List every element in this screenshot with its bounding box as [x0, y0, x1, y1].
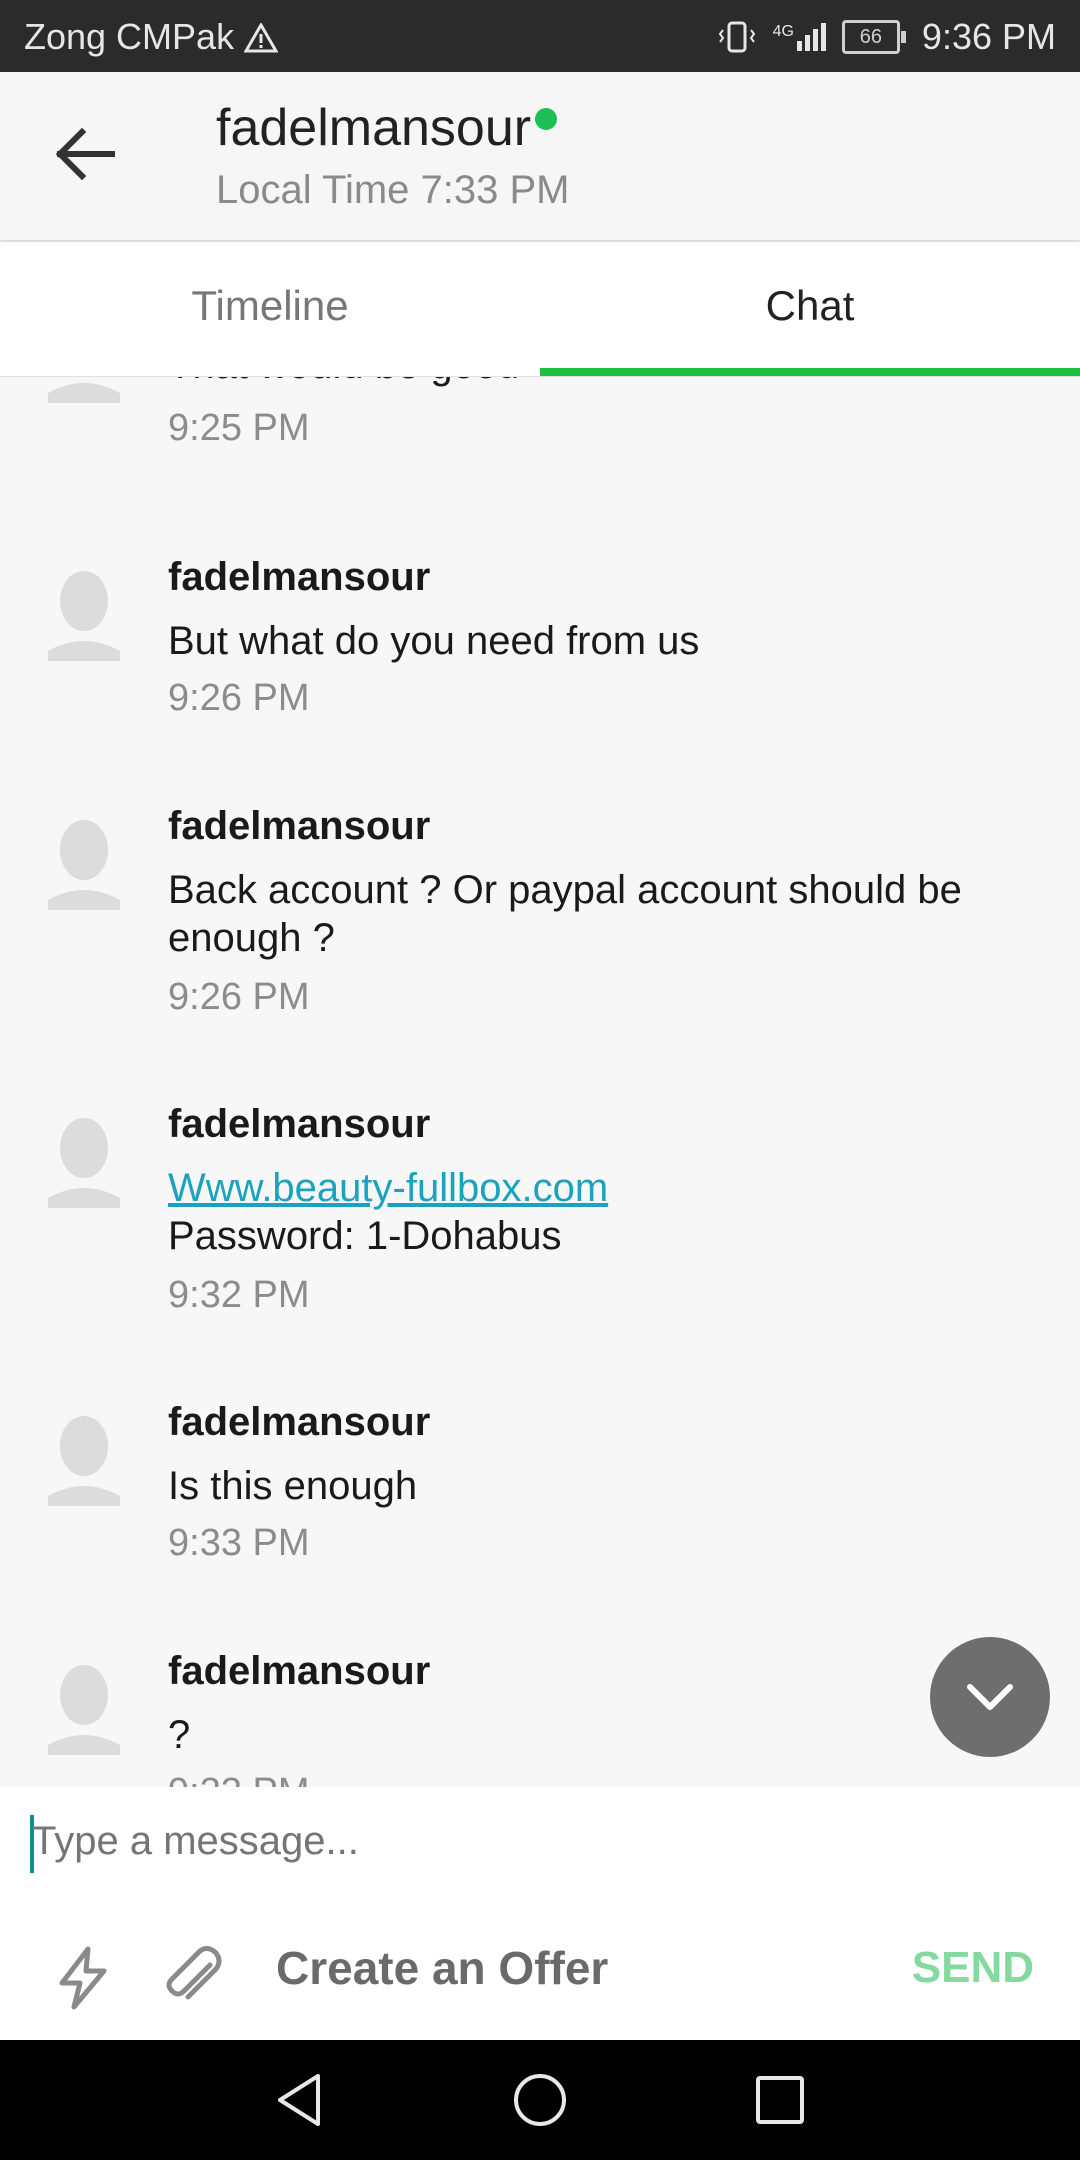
avatar-icon — [48, 1118, 120, 1208]
message-text: Password: 1-Dohabus — [168, 1214, 562, 1258]
battery-icon: 66 — [841, 20, 906, 54]
signal-icon: 4G — [773, 23, 826, 51]
message-list[interactable]: That would be good 9:25 PM fadelmansour … — [0, 377, 1080, 1787]
tab-timeline-label: Timeline — [191, 282, 349, 329]
tab-bar: Timeline Chat — [0, 242, 1080, 377]
back-button[interactable] — [50, 124, 120, 184]
message-text: Back account ? Or paypal account should … — [168, 868, 962, 960]
avatar-icon — [48, 383, 120, 403]
active-tab-indicator — [540, 368, 1080, 376]
avatar-icon — [48, 820, 120, 910]
message-input[interactable] — [30, 1807, 1054, 1875]
lightning-icon[interactable] — [48, 1943, 118, 2013]
paperclip-icon[interactable] — [160, 1943, 230, 2013]
message-time: 9:33 PM — [168, 1771, 310, 1787]
message-time: 9:25 PM — [168, 407, 310, 449]
username: fadelmansour — [216, 99, 532, 157]
status-bar: Zong CMPak 4G 66 9:36 PM — [0, 0, 1080, 72]
message-time: 9:26 PM — [168, 677, 310, 719]
online-status-dot — [535, 108, 558, 130]
create-offer-button[interactable]: Create an Offer — [276, 1941, 608, 1995]
chevron-down-icon — [967, 1684, 1013, 1710]
tab-chat[interactable]: Chat — [540, 242, 1080, 376]
tab-chat-label: Chat — [765, 282, 855, 329]
avatar-icon — [48, 1665, 120, 1755]
carrier-name: Zong CMPak — [24, 16, 235, 57]
message-time: 9:32 PM — [168, 1274, 310, 1316]
scroll-to-bottom-button[interactable] — [930, 1637, 1050, 1757]
send-button[interactable]: SEND — [912, 1943, 1034, 1993]
website-link[interactable]: Www.beauty-fullbox.com — [168, 1166, 608, 1210]
message-sender: fadelmansour — [168, 555, 431, 599]
network-type: 4G — [772, 23, 794, 40]
message-text: ? — [168, 1713, 191, 1757]
tab-timeline[interactable]: Timeline — [0, 242, 540, 376]
composer-toolbar: Create an Offer SEND — [0, 1935, 1080, 2035]
message-sender: fadelmansour — [168, 1102, 431, 1146]
app-bar: fadelmansour Local Time 7:33 PM — [0, 72, 1080, 240]
message-item: fadelmansour Back account ? Or paypal ac… — [0, 804, 1080, 1034]
message-item: fadelmansour ? 9:33 PM — [0, 1649, 1080, 1787]
vibrate-icon — [718, 21, 755, 53]
status-right: 4G 66 9:36 PM — [717, 16, 1056, 58]
clock: 9:36 PM — [921, 16, 1056, 57]
message-item: fadelmansour Is this enough 9:33 PM — [0, 1400, 1080, 1580]
chat-title: fadelmansour — [216, 98, 558, 158]
avatar-icon — [48, 571, 120, 661]
message-link-wrap: Www.beauty-fullbox.com — [168, 1164, 1038, 1212]
carrier-label: Zong CMPak — [24, 16, 279, 58]
system-nav-bar — [0, 2040, 1080, 2160]
message-sender: fadelmansour — [168, 804, 431, 848]
message-item: That would be good 9:25 PM — [0, 377, 1080, 487]
message-time: 9:26 PM — [168, 976, 310, 1018]
message-text: That would be good — [168, 377, 1038, 389]
message-sender: fadelmansour — [168, 1400, 431, 1444]
avatar-icon — [48, 1416, 120, 1506]
warning-icon — [243, 21, 279, 53]
message-item: fadelmansour But what do you need from u… — [0, 555, 1080, 735]
local-time: Local Time 7:33 PM — [216, 168, 570, 212]
message-sender: fadelmansour — [168, 1649, 431, 1693]
arrow-left-icon — [55, 127, 115, 181]
recents-square-icon[interactable] — [750, 2070, 810, 2130]
message-time: 9:33 PM — [168, 1522, 310, 1564]
home-circle-icon[interactable] — [510, 2070, 570, 2130]
message-item: fadelmansour Www.beauty-fullbox.com Pass… — [0, 1102, 1080, 1332]
message-text: Is this enough — [168, 1464, 418, 1508]
message-text: But what do you need from us — [168, 619, 700, 663]
message-composer: Create an Offer SEND — [0, 1787, 1080, 2040]
back-triangle-icon[interactable] — [270, 2070, 330, 2130]
